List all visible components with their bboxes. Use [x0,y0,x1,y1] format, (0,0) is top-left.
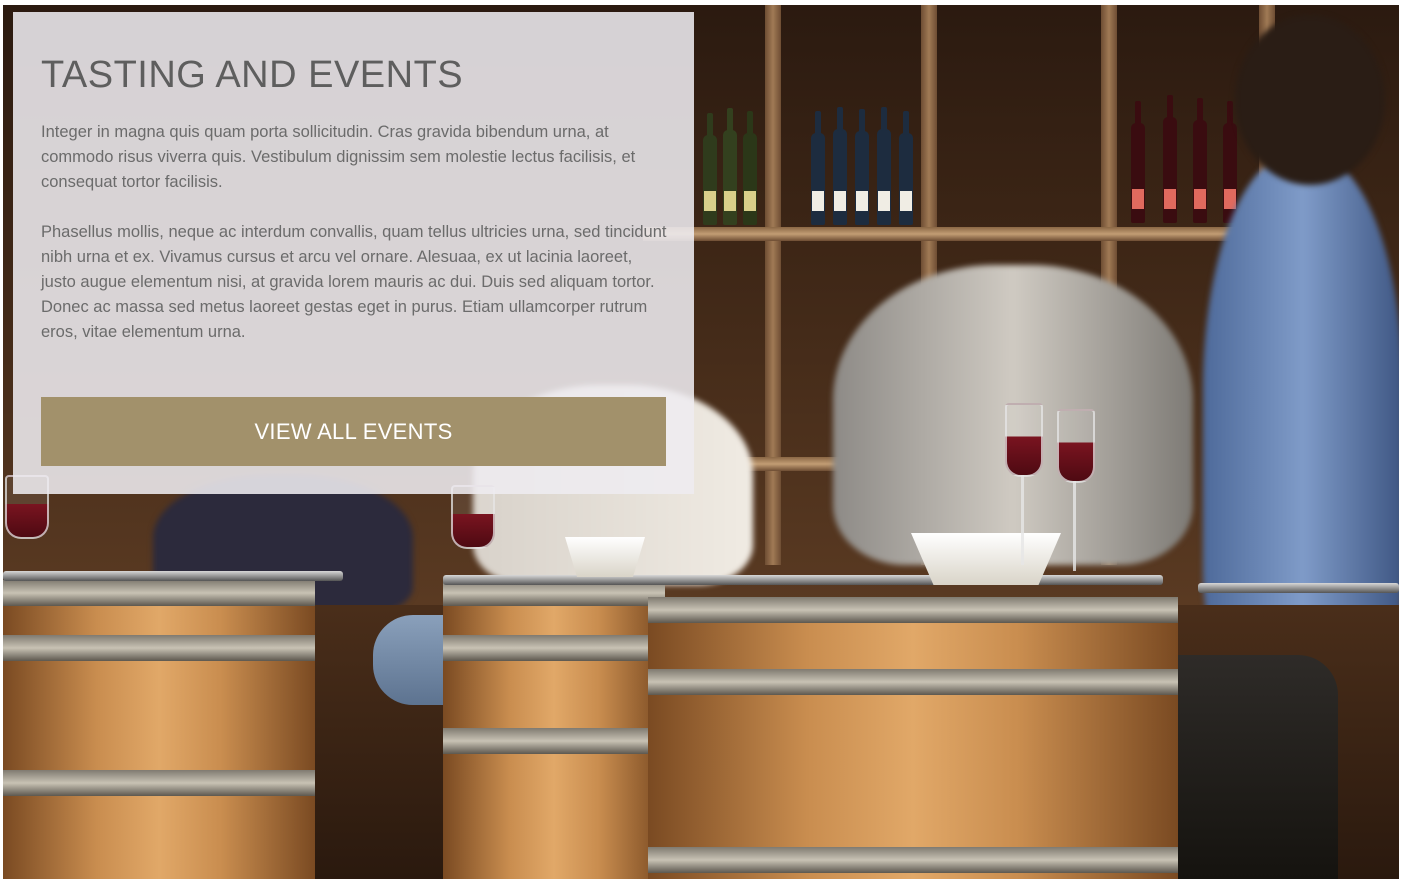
barrel-table [3,580,315,879]
section-title: TASTING AND EVENTS [41,54,464,96]
events-panel: TASTING AND EVENTS Integer in magna quis… [13,12,694,494]
wine-bottle [1193,98,1207,223]
hero-section: TASTING AND EVENTS Integer in magna quis… [3,5,1399,879]
patron-head [1235,15,1385,185]
snack-bowl [911,533,1061,585]
barrel-table [443,580,665,879]
red-wine-glass [1005,403,1043,477]
wine-bottle [877,107,891,225]
patron-blue-shirt [1203,155,1399,675]
glass-table-top [1198,583,1399,593]
snack-bowl [565,537,645,577]
wine-glass-stem [1021,475,1024,565]
wine-bottle [899,111,913,225]
wine-bottle [833,107,847,225]
wine-bottle [703,113,717,225]
intro-paragraph: Integer in magna quis quam porta sollici… [41,123,636,191]
shelf-post [765,5,781,565]
shelf-board [643,227,1263,241]
view-all-events-button[interactable]: VIEW ALL EVENTS [41,397,666,466]
glass-table-top [3,571,343,581]
barrel-table [648,597,1178,879]
wine-bottle [743,111,757,225]
glass-table-top [443,575,1163,585]
wine-bottle [811,111,825,225]
red-wine-glass [1057,409,1095,483]
details-paragraph: Phasellus mollis, neque ac interdum conv… [41,223,667,341]
wine-glass-stem [1073,481,1076,571]
wine-bottle [1163,95,1177,223]
wine-bottle [855,109,869,225]
red-wine-glass [451,485,495,549]
wine-bottle [723,108,737,225]
wine-bottle [1131,101,1145,223]
